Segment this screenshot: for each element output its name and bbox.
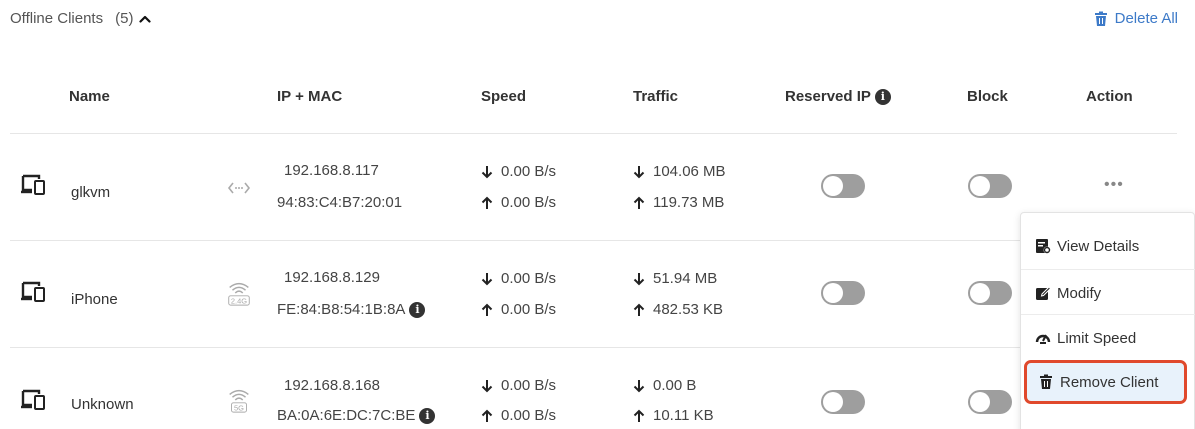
download-speed: 0.00 B/s: [481, 270, 556, 287]
client-ip: 192.168.8.117: [284, 162, 379, 179]
client-count: (5): [115, 10, 134, 27]
info-icon[interactable]: i: [409, 301, 426, 318]
modify-label: Modify: [1057, 284, 1102, 302]
arrow-up-icon: [633, 303, 645, 316]
upload-speed-value: 0.00 B/s: [501, 194, 557, 211]
remove-client-menu-item[interactable]: Remove Client: [1024, 360, 1187, 404]
client-name: glkvm: [71, 184, 111, 201]
wifi-icon: 2.4G: [228, 282, 250, 306]
upload-traffic-value: 10.11 KB: [653, 407, 714, 424]
download-speed: 0.00 B/s: [481, 377, 556, 394]
arrow-down-icon: [481, 272, 493, 285]
client-name: iPhone: [71, 291, 118, 308]
download-traffic-value: 0.00 B: [653, 377, 697, 394]
upload-speed-value: 0.00 B/s: [501, 301, 557, 318]
arrow-down-icon: [481, 379, 493, 392]
block-toggle[interactable]: [968, 174, 1012, 198]
trash-icon: [1094, 11, 1107, 26]
arrow-up-icon: [481, 196, 493, 209]
arrow-up-icon: [633, 409, 645, 422]
chevron-up-icon[interactable]: [139, 13, 152, 25]
speedometer-icon: [1035, 334, 1051, 344]
column-header-speed: Speed: [481, 88, 527, 105]
reserved-ip-label: Reserved IP: [785, 88, 871, 105]
svg-text:5G: 5G: [234, 403, 244, 412]
client-mac-value: 94:83:C4:B7:20:01: [277, 194, 403, 211]
column-header-traffic: Traffic: [633, 88, 679, 105]
column-header-name: Name: [69, 88, 110, 105]
client-mac-value: BA:0A:6E:DC:7C:BE: [277, 407, 416, 424]
devices-icon: [21, 389, 45, 410]
arrow-down-icon: [481, 165, 493, 178]
download-traffic-value: 51.94 MB: [653, 270, 718, 287]
arrow-up-icon: [481, 303, 493, 316]
client-ip: 192.168.8.129: [284, 269, 380, 286]
download-traffic-value: 104.06 MB: [653, 163, 726, 180]
block-toggle[interactable]: [968, 281, 1012, 305]
devices-icon: [21, 281, 45, 302]
info-icon[interactable]: i: [419, 407, 436, 424]
delete-all-button[interactable]: Delete All: [1093, 10, 1178, 27]
client-mac: BA:0A:6E:DC:7C:BE i: [277, 407, 436, 424]
client-name: Unknown: [71, 396, 134, 413]
section-title: Offline Clients: [10, 10, 104, 27]
upload-traffic-value: 119.73 MB: [653, 194, 725, 211]
view-details-menu-item[interactable]: View Details: [1021, 224, 1195, 268]
arrow-down-icon: [633, 272, 645, 285]
more-actions-button[interactable]: •••: [1104, 176, 1124, 194]
download-traffic: 0.00 B: [633, 377, 696, 394]
reserved-ip-toggle[interactable]: [821, 281, 865, 305]
trash-icon: [1040, 374, 1052, 389]
download-speed-value: 0.00 B/s: [501, 377, 557, 394]
wifi-icon: 5G: [229, 389, 249, 413]
column-header-ip-mac: IP + MAC: [277, 88, 343, 105]
download-speed-value: 0.00 B/s: [501, 163, 557, 180]
view-details-label: View Details: [1057, 237, 1140, 255]
arrow-up-icon: [633, 196, 645, 209]
modify-menu-item[interactable]: Modify: [1021, 271, 1195, 315]
upload-speed: 0.00 B/s: [481, 407, 556, 424]
column-header-block: Block: [967, 88, 1008, 105]
row-divider: [10, 347, 1177, 348]
upload-speed-value: 0.00 B/s: [501, 407, 557, 424]
row-divider: [10, 240, 1177, 241]
limit-speed-label: Limit Speed: [1057, 329, 1137, 347]
offline-clients-header[interactable]: Offline Clients (5): [10, 10, 152, 27]
client-mac-value: FE:84:B8:54:1B:8A: [277, 301, 406, 318]
download-speed: 0.00 B/s: [481, 163, 556, 180]
arrow-down-icon: [633, 379, 645, 392]
limit-speed-menu-item[interactable]: Limit Speed: [1021, 316, 1195, 360]
reserved-ip-toggle[interactable]: [821, 390, 865, 414]
action-menu: View Details Modify Limit Speed Remove C…: [1020, 212, 1195, 429]
menu-divider: [1021, 269, 1195, 270]
column-header-action: Action: [1086, 88, 1133, 105]
remove-client-label: Remove Client: [1060, 373, 1159, 391]
arrow-up-icon: [481, 409, 493, 422]
reserved-ip-toggle[interactable]: [821, 174, 865, 198]
arrow-down-icon: [633, 165, 645, 178]
download-traffic: 104.06 MB: [633, 163, 726, 180]
client-ip: 192.168.8.168: [284, 377, 380, 394]
upload-speed: 0.00 B/s: [481, 194, 556, 211]
devices-icon: [21, 174, 45, 195]
edit-icon: [1036, 286, 1051, 300]
block-toggle[interactable]: [968, 390, 1012, 414]
menu-divider: [1021, 314, 1195, 315]
upload-traffic: 119.73 MB: [633, 194, 724, 211]
header-divider: [10, 133, 1177, 134]
client-mac: 94:83:C4:B7:20:01: [277, 194, 402, 211]
upload-speed: 0.00 B/s: [481, 301, 556, 318]
view-details-icon: [1036, 239, 1051, 254]
column-header-reserved-ip: Reserved IP i: [785, 88, 891, 105]
info-icon[interactable]: i: [874, 88, 891, 105]
delete-all-label: Delete All: [1114, 10, 1178, 27]
download-speed-value: 0.00 B/s: [501, 270, 557, 287]
upload-traffic: 10.11 KB: [633, 407, 714, 424]
ethernet-icon: [227, 182, 251, 194]
client-mac: FE:84:B8:54:1B:8A i: [277, 301, 426, 318]
download-traffic: 51.94 MB: [633, 270, 717, 287]
svg-text:2.4G: 2.4G: [231, 296, 247, 305]
upload-traffic: 482.53 KB: [633, 301, 723, 318]
upload-traffic-value: 482.53 KB: [653, 301, 724, 318]
